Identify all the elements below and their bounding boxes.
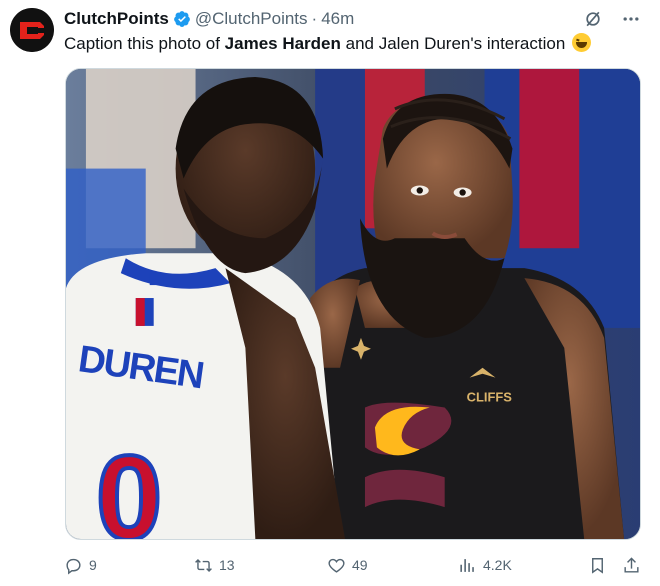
jersey-number: 0 xyxy=(96,432,163,539)
top-right-actions xyxy=(582,8,642,30)
grinning-squinting-face-icon xyxy=(572,33,592,52)
post-text-end: and Jalen Duren's interaction xyxy=(340,34,571,53)
views-button[interactable]: 4.2K xyxy=(458,556,512,575)
views-count: 4.2K xyxy=(483,556,512,573)
more-icon[interactable] xyxy=(620,8,642,30)
display-name[interactable]: ClutchPoints xyxy=(64,9,169,29)
verified-badge-icon[interactable] xyxy=(173,10,191,28)
reply-button[interactable]: 9 xyxy=(64,556,97,575)
post-text-mention: James Harden xyxy=(224,34,341,53)
post-text: Caption this photo of James Harden and J… xyxy=(64,33,592,55)
repost-button[interactable]: 13 xyxy=(194,556,235,575)
share-button[interactable] xyxy=(622,556,641,575)
timestamp[interactable]: 46m xyxy=(321,9,354,29)
clutchpoints-logo-icon xyxy=(10,8,54,52)
photo-illustration: CLIFFS DUREN 0 xyxy=(66,69,640,539)
bookmark-button[interactable] xyxy=(588,556,607,575)
reply-count: 9 xyxy=(89,556,97,573)
post-photo[interactable]: CLIFFS DUREN 0 xyxy=(65,68,641,540)
repost-icon xyxy=(194,556,213,575)
handle[interactable]: @ClutchPoints xyxy=(195,9,308,29)
action-bar: 9 13 49 4.2K xyxy=(64,552,644,578)
separator: · xyxy=(311,9,318,28)
share-icon xyxy=(622,556,641,575)
repost-count: 13 xyxy=(219,556,235,573)
like-button[interactable]: 49 xyxy=(327,556,368,575)
bookmark-icon xyxy=(588,556,607,575)
reply-icon xyxy=(64,556,83,575)
cliffs-logo: CLIFFS xyxy=(467,390,513,405)
views-icon xyxy=(458,556,477,575)
grok-icon[interactable] xyxy=(582,8,604,30)
post-header: ClutchPoints @ClutchPoints · 46m xyxy=(64,8,354,30)
post-text-start: Caption this photo of xyxy=(64,34,225,53)
like-count: 49 xyxy=(352,556,368,573)
tweet: ClutchPoints @ClutchPoints · 46m Caption… xyxy=(0,0,660,586)
avatar[interactable] xyxy=(10,8,54,52)
like-icon xyxy=(327,556,346,575)
